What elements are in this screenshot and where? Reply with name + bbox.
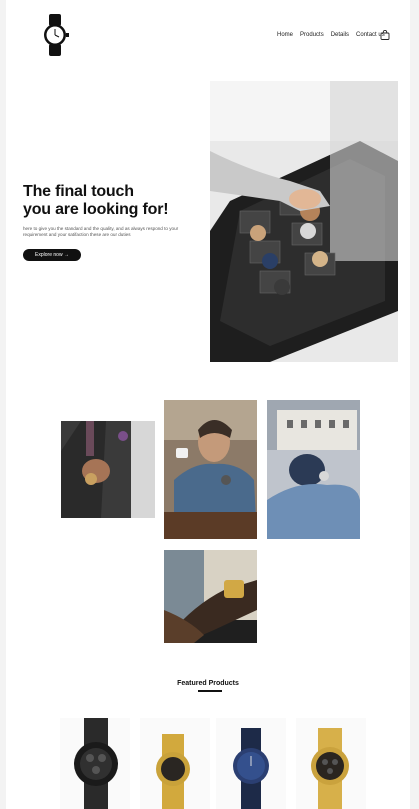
gallery-photo-harbor-man <box>267 400 360 539</box>
heading-underline <box>198 690 222 692</box>
gallery-photo-gold-watch-hand <box>164 550 257 643</box>
hero-title-line1: The final touch <box>23 183 134 200</box>
hero-title: The final touch you are looking for! <box>23 183 169 219</box>
product-black-chronograph[interactable] <box>60 718 130 809</box>
product-gold-chronograph[interactable] <box>296 718 366 809</box>
main-nav: Home Products Details Contact us <box>277 32 392 38</box>
gallery-photo-coffee-man <box>164 400 257 539</box>
nav-home[interactable]: Home <box>277 32 293 38</box>
nav-products[interactable]: Products <box>300 32 324 38</box>
featured-products-heading: Featured Products <box>177 680 239 687</box>
hero-watch-box-photo <box>210 81 398 362</box>
product-blue-watch[interactable] <box>216 718 286 809</box>
product-gold-watch[interactable] <box>140 718 210 809</box>
explore-now-button[interactable]: Explore now → <box>23 249 81 261</box>
shopping-bag-icon[interactable] <box>380 30 390 40</box>
watch-logo-icon[interactable] <box>40 14 70 56</box>
nav-details[interactable]: Details <box>331 32 349 38</box>
landing-page: Home Products Details Contact us The fin… <box>6 0 410 809</box>
hero-title-line2: you are looking for! <box>23 201 169 218</box>
hero-description: here to give you the standard and the qu… <box>23 226 179 237</box>
gallery-photo-suit-watch <box>61 421 155 518</box>
